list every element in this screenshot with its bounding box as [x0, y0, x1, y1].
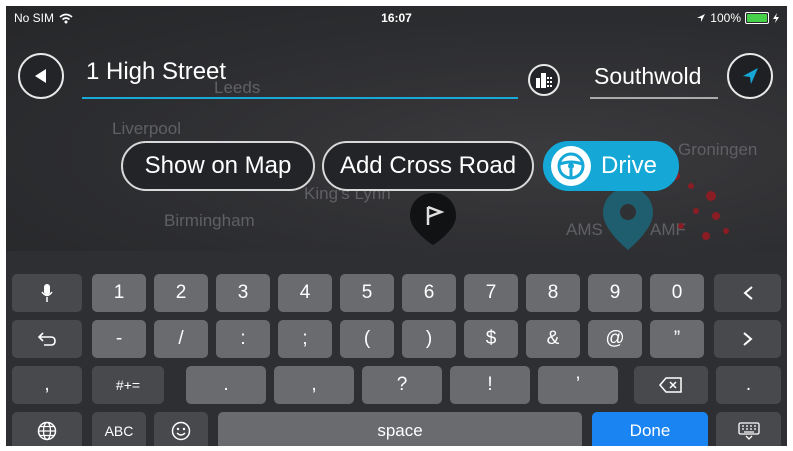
key-2[interactable]: 2: [154, 274, 208, 312]
symbols-key[interactable]: #+=: [92, 366, 164, 404]
key-close-paren[interactable]: ): [402, 320, 456, 358]
key-8[interactable]: 8: [526, 274, 580, 312]
undo-key[interactable]: [12, 320, 82, 358]
address-input[interactable]: 1 High Street: [86, 58, 226, 86]
numeric-keyboard: 1 2 3 4 5 6 7 8 9 0 - / : ; ( ) $ & @ ”: [6, 251, 787, 446]
key-period-right[interactable]: .: [716, 366, 781, 404]
map-city-label: Liverpool: [112, 119, 181, 138]
steering-wheel-icon: [551, 146, 591, 186]
done-key[interactable]: Done: [592, 412, 708, 446]
key-5[interactable]: 5: [340, 274, 394, 312]
key-question[interactable]: ?: [362, 366, 442, 404]
status-bar: No SIM 16:07 100%: [6, 6, 787, 30]
key-comma[interactable]: ,: [274, 366, 354, 404]
abc-key[interactable]: ABC: [92, 412, 146, 446]
backspace-icon: [659, 377, 682, 393]
emoji-key[interactable]: [154, 412, 208, 446]
city-input[interactable]: Southwold: [594, 63, 701, 90]
key-0[interactable]: 0: [650, 274, 704, 312]
chevron-right-icon: [742, 332, 753, 346]
buildings-icon: [536, 73, 552, 88]
key-6[interactable]: 6: [402, 274, 456, 312]
map-city-label: Birmingham: [164, 211, 255, 230]
key-7[interactable]: 7: [464, 274, 518, 312]
globe-icon: [37, 421, 57, 441]
map-background[interactable]: Leeds Liverpool Birmingham King's Lynn G…: [6, 6, 787, 251]
key-ampersand[interactable]: &: [526, 320, 580, 358]
battery-fill: [747, 14, 767, 22]
destination-pin-icon: [603, 188, 653, 250]
drive-button[interactable]: Drive: [543, 141, 679, 191]
globe-key[interactable]: [12, 412, 82, 446]
key-4[interactable]: 4: [278, 274, 332, 312]
key-9[interactable]: 9: [588, 274, 642, 312]
address-input-underline: [82, 97, 518, 99]
clock-label: 16:07: [381, 11, 412, 25]
microphone-icon: [41, 284, 53, 302]
location-pin-icon: [410, 193, 456, 245]
key-hyphen[interactable]: -: [92, 320, 146, 358]
key-exclamation[interactable]: !: [450, 366, 530, 404]
app-screen: Leeds Liverpool Birmingham King's Lynn G…: [6, 6, 787, 446]
navigation-arrow-icon: [743, 68, 758, 84]
city-center-button[interactable]: [528, 64, 560, 96]
key-colon[interactable]: :: [216, 320, 270, 358]
drive-label: Drive: [601, 152, 658, 179]
city-input-underline: [590, 97, 718, 99]
key-open-paren[interactable]: (: [340, 320, 394, 358]
navigation-button[interactable]: [727, 53, 773, 99]
add-cross-road-label: Add Cross Road: [339, 152, 517, 179]
key-1[interactable]: 1: [92, 274, 146, 312]
map-city-label: AMS: [566, 220, 603, 239]
delete-key[interactable]: [634, 366, 708, 404]
charging-icon: [773, 13, 779, 23]
emoji-icon: [171, 421, 191, 441]
battery-percent: 100%: [710, 11, 741, 25]
cursor-right-key[interactable]: [714, 320, 781, 358]
show-on-map-button[interactable]: Show on Map: [121, 141, 315, 191]
key-semicolon[interactable]: ;: [278, 320, 332, 358]
cursor-left-key[interactable]: [714, 274, 781, 312]
key-3[interactable]: 3: [216, 274, 270, 312]
show-on-map-label: Show on Map: [144, 152, 292, 179]
status-right: 100%: [696, 11, 779, 25]
battery-icon: [745, 12, 769, 24]
key-quote[interactable]: ”: [650, 320, 704, 358]
dismiss-keyboard-key[interactable]: [716, 412, 781, 446]
key-period[interactable]: .: [186, 366, 266, 404]
key-comma-left[interactable]: ,: [12, 366, 82, 404]
location-arrow-icon: [697, 14, 706, 22]
undo-icon: [37, 332, 56, 346]
add-cross-road-button[interactable]: Add Cross Road: [322, 141, 534, 191]
back-arrow-icon: [35, 69, 46, 83]
dictation-key[interactable]: [12, 274, 82, 312]
chevron-left-icon: [742, 286, 753, 300]
back-button[interactable]: [18, 53, 64, 99]
space-key[interactable]: space: [218, 412, 582, 446]
key-at[interactable]: @: [588, 320, 642, 358]
key-slash[interactable]: /: [154, 320, 208, 358]
key-apostrophe[interactable]: ’: [538, 366, 618, 404]
keyboard-hide-icon: [737, 422, 760, 440]
key-dollar[interactable]: $: [464, 320, 518, 358]
